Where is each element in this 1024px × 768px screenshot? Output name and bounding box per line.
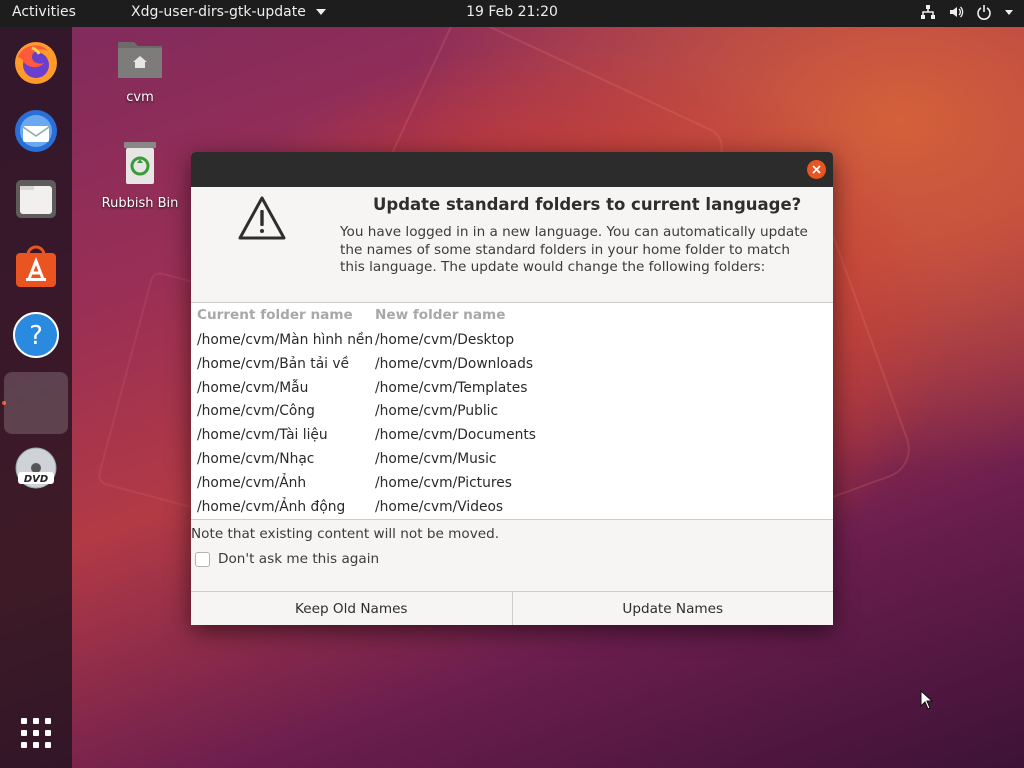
new-folder-cell: /home/cvm/Desktop: [375, 332, 515, 348]
top-bar: Activities Xdg-user-dirs-gtk-update 19 F…: [0, 0, 1024, 27]
folder-table[interactable]: Current folder name New folder name /hom…: [191, 302, 833, 520]
current-folder-cell: /home/cvm/Mẫu: [197, 379, 309, 396]
dock: ? DVD: [0, 27, 72, 768]
dialog-titlebar[interactable]: [191, 152, 833, 187]
note-text: Note that existing content will not be m…: [191, 526, 500, 542]
dock-item-software[interactable]: [8, 239, 64, 295]
dock-item-help[interactable]: ?: [8, 307, 64, 363]
chevron-down-icon: [1004, 4, 1014, 20]
files-icon: [16, 180, 56, 218]
dock-item-dvd[interactable]: DVD: [8, 441, 64, 497]
dock-item-files[interactable]: [8, 171, 64, 227]
dialog-heading: Update standard folders to current langu…: [373, 195, 802, 214]
keep-old-names-button[interactable]: Keep Old Names: [191, 592, 512, 625]
svg-text:DVD: DVD: [24, 474, 48, 485]
app-grid-icon[interactable]: [20, 717, 52, 753]
activities-button[interactable]: Activities: [12, 4, 76, 20]
current-folder-cell: /home/cvm/Nhạc: [197, 450, 315, 467]
current-folder-cell: /home/cvm/Ảnh động: [197, 498, 346, 515]
trash-icon: [95, 140, 185, 190]
column-header-current[interactable]: Current folder name: [197, 307, 353, 323]
home-folder-icon: [95, 36, 185, 84]
new-folder-cell: /home/cvm/Music: [375, 450, 497, 467]
new-folder-cell: /home/cvm/Documents: [375, 427, 536, 444]
table-header: Current folder name New folder name: [191, 303, 833, 328]
desktop-home-folder[interactable]: cvm: [95, 36, 185, 105]
message-line: the names of some standard folders in yo…: [340, 241, 791, 258]
caret-down-icon: [315, 9, 326, 15]
new-folder-cell: /home/cvm/Videos: [375, 498, 504, 515]
trash-label: Rubbish Bin: [101, 196, 179, 211]
help-icon: ?: [13, 312, 59, 358]
dvd-icon: DVD: [15, 447, 57, 489]
update-names-button[interactable]: Update Names: [511, 592, 834, 625]
column-header-new[interactable]: New folder name: [375, 307, 505, 323]
table-row[interactable]: /home/cvm/Bản tải về/home/cvm/Downloads: [191, 352, 833, 376]
dont-ask-again-checkbox[interactable]: Don't ask me this again: [195, 551, 379, 567]
table-row[interactable]: /home/cvm/Công/home/cvm/Public: [191, 399, 833, 423]
home-folder-label: cvm: [126, 90, 154, 105]
warning-icon: [237, 195, 287, 245]
clock[interactable]: 19 Feb 21:20: [466, 4, 558, 20]
network-icon: [920, 4, 936, 20]
svg-text:?: ?: [29, 321, 43, 351]
table-row[interactable]: /home/cvm/Mẫu/home/cvm/Templates: [191, 376, 833, 400]
table-row[interactable]: /home/cvm/Ảnh động/home/cvm/Videos: [191, 495, 833, 519]
mouse-pointer-icon: [920, 689, 934, 714]
firefox-icon: [15, 42, 57, 84]
table-row[interactable]: /home/cvm/Tài liệu/home/cvm/Documents: [191, 423, 833, 447]
new-folder-cell: /home/cvm/Downloads: [375, 355, 534, 372]
volume-icon: [948, 4, 964, 20]
table-row[interactable]: /home/cvm/Ảnh/home/cvm/Pictures: [191, 471, 833, 495]
table-row[interactable]: /home/cvm/Nhạc/home/cvm/Music: [191, 447, 833, 471]
update-folders-dialog: Update standard folders to current langu…: [191, 152, 833, 625]
desktop-trash[interactable]: Rubbish Bin: [95, 140, 185, 211]
current-folder-cell: /home/cvm/Màn hình nền: [197, 332, 374, 348]
current-folder-cell: /home/cvm/Công: [197, 403, 315, 420]
dock-item-running-app[interactable]: [4, 372, 68, 434]
dock-item-firefox[interactable]: [8, 35, 64, 91]
message-line: You have logged in in a new language. Yo…: [340, 224, 808, 240]
dialog-button-row: Keep Old Names Update Names: [191, 591, 833, 625]
new-folder-cell: /home/cvm/Public: [375, 403, 499, 420]
close-icon: [812, 165, 821, 174]
checkbox-box[interactable]: [195, 551, 210, 567]
new-folder-cell: /home/cvm/Pictures: [375, 474, 512, 491]
software-icon: [16, 245, 56, 287]
app-menu[interactable]: Xdg-user-dirs-gtk-update: [131, 4, 326, 20]
dock-item-thunderbird[interactable]: [8, 103, 64, 159]
current-folder-cell: /home/cvm/Bản tải về: [197, 355, 350, 372]
power-icon: [976, 4, 992, 20]
checkbox-label: Don't ask me this again: [218, 551, 380, 567]
close-button[interactable]: [807, 160, 826, 179]
dialog-message: You have logged in in a new language. Yo…: [340, 224, 810, 277]
table-row[interactable]: /home/cvm/Màn hình nền/home/cvm/Desktop: [191, 328, 833, 352]
app-menu-label: Xdg-user-dirs-gtk-update: [131, 4, 306, 20]
system-status-menu[interactable]: [920, 4, 1014, 20]
current-folder-cell: /home/cvm/Ảnh: [197, 474, 307, 491]
new-folder-cell: /home/cvm/Templates: [375, 379, 528, 396]
thunderbird-icon: [15, 110, 57, 152]
current-folder-cell: /home/cvm/Tài liệu: [197, 427, 328, 444]
message-line: this language. The update would change t…: [340, 259, 766, 275]
